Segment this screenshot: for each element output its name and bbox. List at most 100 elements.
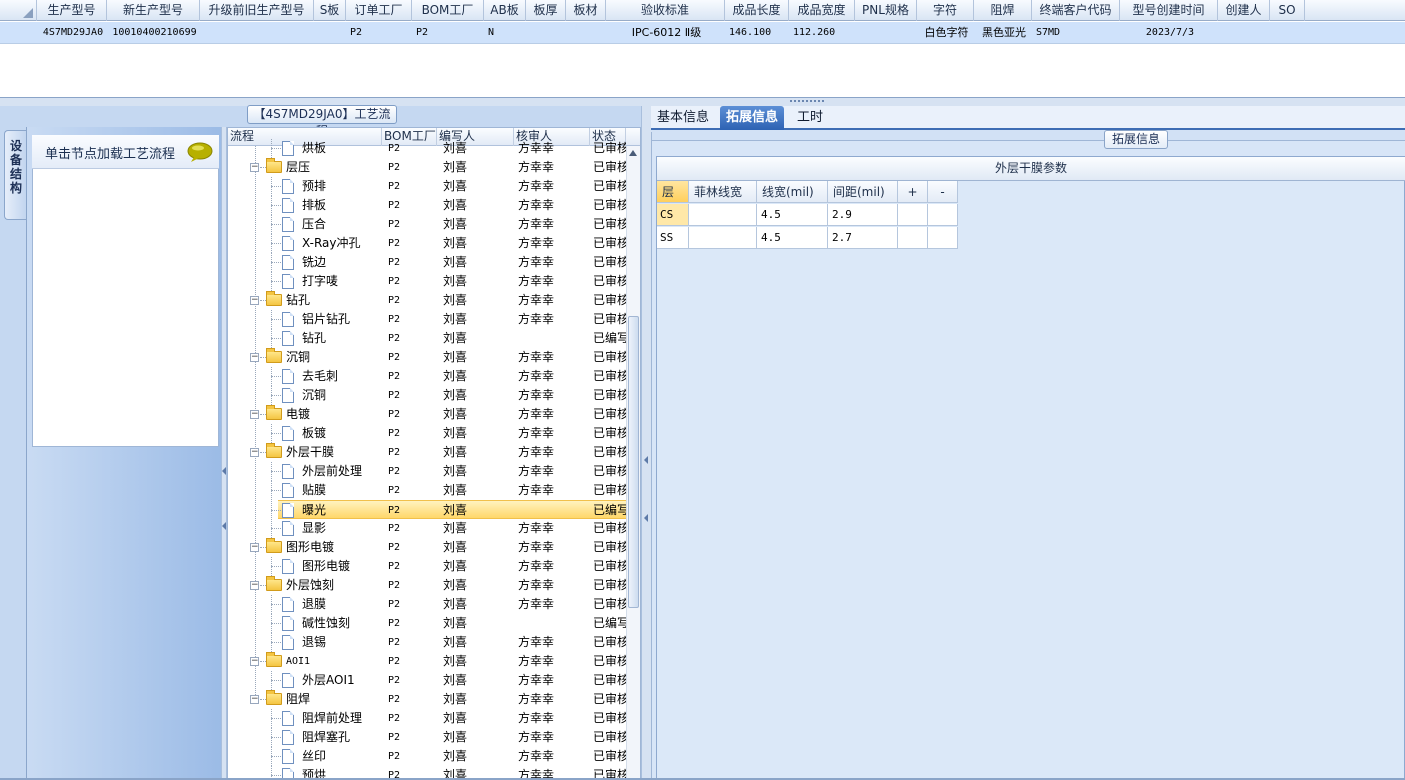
tree-row[interactable]: 铝片钻孔 P2 刘喜 方幸幸 已审核 — [228, 310, 626, 329]
param-cell-empty[interactable] — [928, 204, 958, 226]
tree-row[interactable]: − 层压 P2 刘喜 方幸幸 已审核 — [228, 158, 626, 177]
cell-3[interactable] — [316, 22, 346, 44]
tree-row[interactable]: 打字唛 P2 刘喜 方幸幸 已审核 — [228, 272, 626, 291]
collapse-toggle-icon[interactable]: − — [250, 543, 259, 552]
tree-row[interactable]: 沉铜 P2 刘喜 方幸幸 已审核 — [228, 386, 626, 405]
tab-work-hours[interactable]: 工时 — [791, 106, 829, 130]
tree-row[interactable]: − 阻焊 P2 刘喜 方幸幸 已审核 — [228, 690, 626, 709]
param-cell-line_width[interactable]: 4.5 — [757, 204, 828, 226]
column-header-16[interactable]: 型号创建时间 — [1120, 0, 1218, 21]
column-header-13[interactable]: 字符 — [917, 0, 974, 21]
tree-row[interactable]: − 图形电镀 P2 刘喜 方幸幸 已审核 — [228, 538, 626, 557]
tree-row[interactable]: − AOI1 P2 刘喜 方幸幸 已审核 — [228, 652, 626, 671]
tree-row[interactable]: 外层前处理 P2 刘喜 方幸幸 已审核 — [228, 462, 626, 481]
tree-row[interactable]: 退锡 P2 刘喜 方幸幸 已审核 — [228, 633, 626, 652]
cell-10[interactable]: 146.100 — [727, 22, 789, 44]
collapse-toggle-icon[interactable]: − — [250, 163, 259, 172]
column-header-6[interactable]: AB板 — [484, 0, 526, 21]
tree-row[interactable]: 预排 P2 刘喜 方幸幸 已审核 — [228, 177, 626, 196]
tree-row[interactable]: 退膜 P2 刘喜 方幸幸 已审核 — [228, 595, 626, 614]
tree-row[interactable]: 烘板 P2 刘喜 方幸幸 已审核 — [228, 139, 626, 158]
tree-row[interactable]: 排板 P2 刘喜 方幸幸 已审核 — [228, 196, 626, 215]
cell-18[interactable] — [1272, 22, 1305, 44]
collapse-arrow-icon[interactable] — [644, 456, 648, 464]
tree-scrollbar-thumb[interactable] — [628, 316, 639, 608]
cell-9[interactable]: IPC-6012 Ⅱ级 — [608, 22, 725, 44]
param-cell-spacing[interactable]: 2.9 — [828, 204, 898, 226]
collapse-toggle-icon[interactable]: − — [250, 448, 259, 457]
horizontal-splitter[interactable] — [0, 98, 1405, 106]
collapse-toggle-icon[interactable]: − — [250, 353, 259, 362]
tree-row[interactable]: 碱性蚀刻 P2 刘喜 已编写 — [228, 614, 626, 633]
column-header-3[interactable]: S板 — [314, 0, 346, 21]
tree-row[interactable]: 贴膜 P2 刘喜 方幸幸 已审核 — [228, 481, 626, 500]
param-cell-layer[interactable]: CS — [657, 204, 689, 226]
column-header-18[interactable]: SO — [1270, 0, 1305, 21]
tree-row[interactable]: − 电镀 P2 刘喜 方幸幸 已审核 — [228, 405, 626, 424]
tree-row[interactable]: 铣边 P2 刘喜 方幸幸 已审核 — [228, 253, 626, 272]
product-grid-row[interactable]: 4S7MD29JA0 10010400210699 P2 P2 N IPC-6012 Ⅱ级… — [0, 22, 1405, 44]
process-tree[interactable]: 流程 BOM工厂 编写人 核审人 状态 烘板 P2 刘喜 方幸幸 已审核 − 层压 P2 刘喜 方幸幸 已审… — [227, 127, 641, 780]
tree-row[interactable]: − 外层蚀刻 P2 刘喜 方幸幸 已审核 — [228, 576, 626, 595]
right-vertical-splitter[interactable] — [641, 106, 651, 780]
tree-row[interactable]: 阻焊前处理 P2 刘喜 方幸幸 已审核 — [228, 709, 626, 728]
cell-7[interactable] — [528, 22, 566, 44]
column-header-12[interactable]: PNL规格 — [855, 0, 917, 21]
param-cell-film_width[interactable] — [689, 227, 757, 249]
column-header-4[interactable]: 订单工厂 — [346, 0, 412, 21]
collapse-left-arrow-icon[interactable] — [222, 522, 226, 530]
tree-row[interactable]: 板镀 P2 刘喜 方幸幸 已审核 — [228, 424, 626, 443]
tree-scrollbar[interactable] — [626, 146, 640, 779]
collapse-left-arrow-icon[interactable] — [222, 467, 226, 475]
cell-0[interactable]: 4S7MD29JA0 — [39, 22, 107, 44]
cell-17[interactable] — [1220, 22, 1270, 44]
param-cell-empty[interactable] — [928, 227, 958, 249]
param-cell-empty[interactable] — [898, 204, 928, 226]
column-header-17[interactable]: 创建人 — [1218, 0, 1270, 21]
column-header-14[interactable]: 阻焊 — [974, 0, 1032, 21]
side-tab-equipment-structure[interactable]: 设备结构 — [4, 130, 26, 220]
tab-extended-info[interactable]: 拓展信息 — [720, 106, 785, 130]
tree-row[interactable]: 钻孔 P2 刘喜 已编写 — [228, 329, 626, 348]
column-header-0[interactable]: 生产型号 — [37, 0, 107, 21]
collapse-toggle-icon[interactable]: − — [250, 296, 259, 305]
collapse-toggle-icon[interactable]: − — [250, 695, 259, 704]
tree-row[interactable]: 外层AOI1 P2 刘喜 方幸幸 已审核 — [228, 671, 626, 690]
column-header-5[interactable]: BOM工厂 — [412, 0, 484, 21]
tree-row[interactable]: 阻焊塞孔 P2 刘喜 方幸幸 已审核 — [228, 728, 626, 747]
column-header-15[interactable]: 终端客户代码 — [1032, 0, 1120, 21]
tab-basic-info[interactable]: 基本信息 — [651, 106, 715, 130]
cell-1[interactable]: 10010400210699 — [109, 22, 200, 44]
collapse-toggle-icon[interactable]: − — [250, 657, 259, 666]
cell-6[interactable]: N — [486, 22, 526, 44]
column-header-10[interactable]: 成品长度 — [725, 0, 789, 21]
tree-row[interactable]: X-Ray冲孔 P2 刘喜 方幸幸 已审核 — [228, 234, 626, 253]
cell-15[interactable]: S7MD — [1034, 22, 1120, 44]
cell-13[interactable]: 白色字符 — [919, 22, 974, 44]
param-cell-layer[interactable]: SS — [657, 227, 689, 249]
collapse-toggle-icon[interactable]: − — [250, 410, 259, 419]
tree-row[interactable]: 显影 P2 刘喜 方幸幸 已审核 — [228, 519, 626, 538]
param-cell-empty[interactable] — [898, 227, 928, 249]
cell-14[interactable]: 黑色亚光 — [976, 22, 1032, 44]
column-header-11[interactable]: 成品宽度 — [789, 0, 855, 21]
column-header-8[interactable]: 板材 — [566, 0, 606, 21]
column-header-9[interactable]: 验收标准 — [606, 0, 725, 21]
cell-12[interactable] — [857, 22, 917, 44]
scroll-up-arrow-icon[interactable] — [629, 150, 637, 156]
cell-16[interactable]: 2023/7/3 — [1122, 22, 1218, 44]
param-cell-film_width[interactable] — [689, 204, 757, 226]
tree-row[interactable]: 丝印 P2 刘喜 方幸幸 已审核 — [228, 747, 626, 766]
cell-8[interactable] — [568, 22, 606, 44]
cell-2[interactable] — [202, 22, 314, 44]
tree-row[interactable]: 去毛刺 P2 刘喜 方幸幸 已审核 — [228, 367, 626, 386]
add-column-button[interactable]: + — [898, 181, 928, 203]
cell-5[interactable]: P2 — [414, 22, 484, 44]
param-cell-line_width[interactable]: 4.5 — [757, 227, 828, 249]
tree-row[interactable]: 压合 P2 刘喜 方幸幸 已审核 — [228, 215, 626, 234]
tree-row[interactable]: 图形电镀 P2 刘喜 方幸幸 已审核 — [228, 557, 626, 576]
cell-11[interactable]: 112.260 — [791, 22, 855, 44]
tree-row[interactable]: − 钻孔 P2 刘喜 方幸幸 已审核 — [228, 291, 626, 310]
tree-row[interactable]: 曝光 P2 刘喜 已编写 — [271, 500, 626, 520]
tree-row[interactable]: − 外层干膜 P2 刘喜 方幸幸 已审核 — [228, 443, 626, 462]
